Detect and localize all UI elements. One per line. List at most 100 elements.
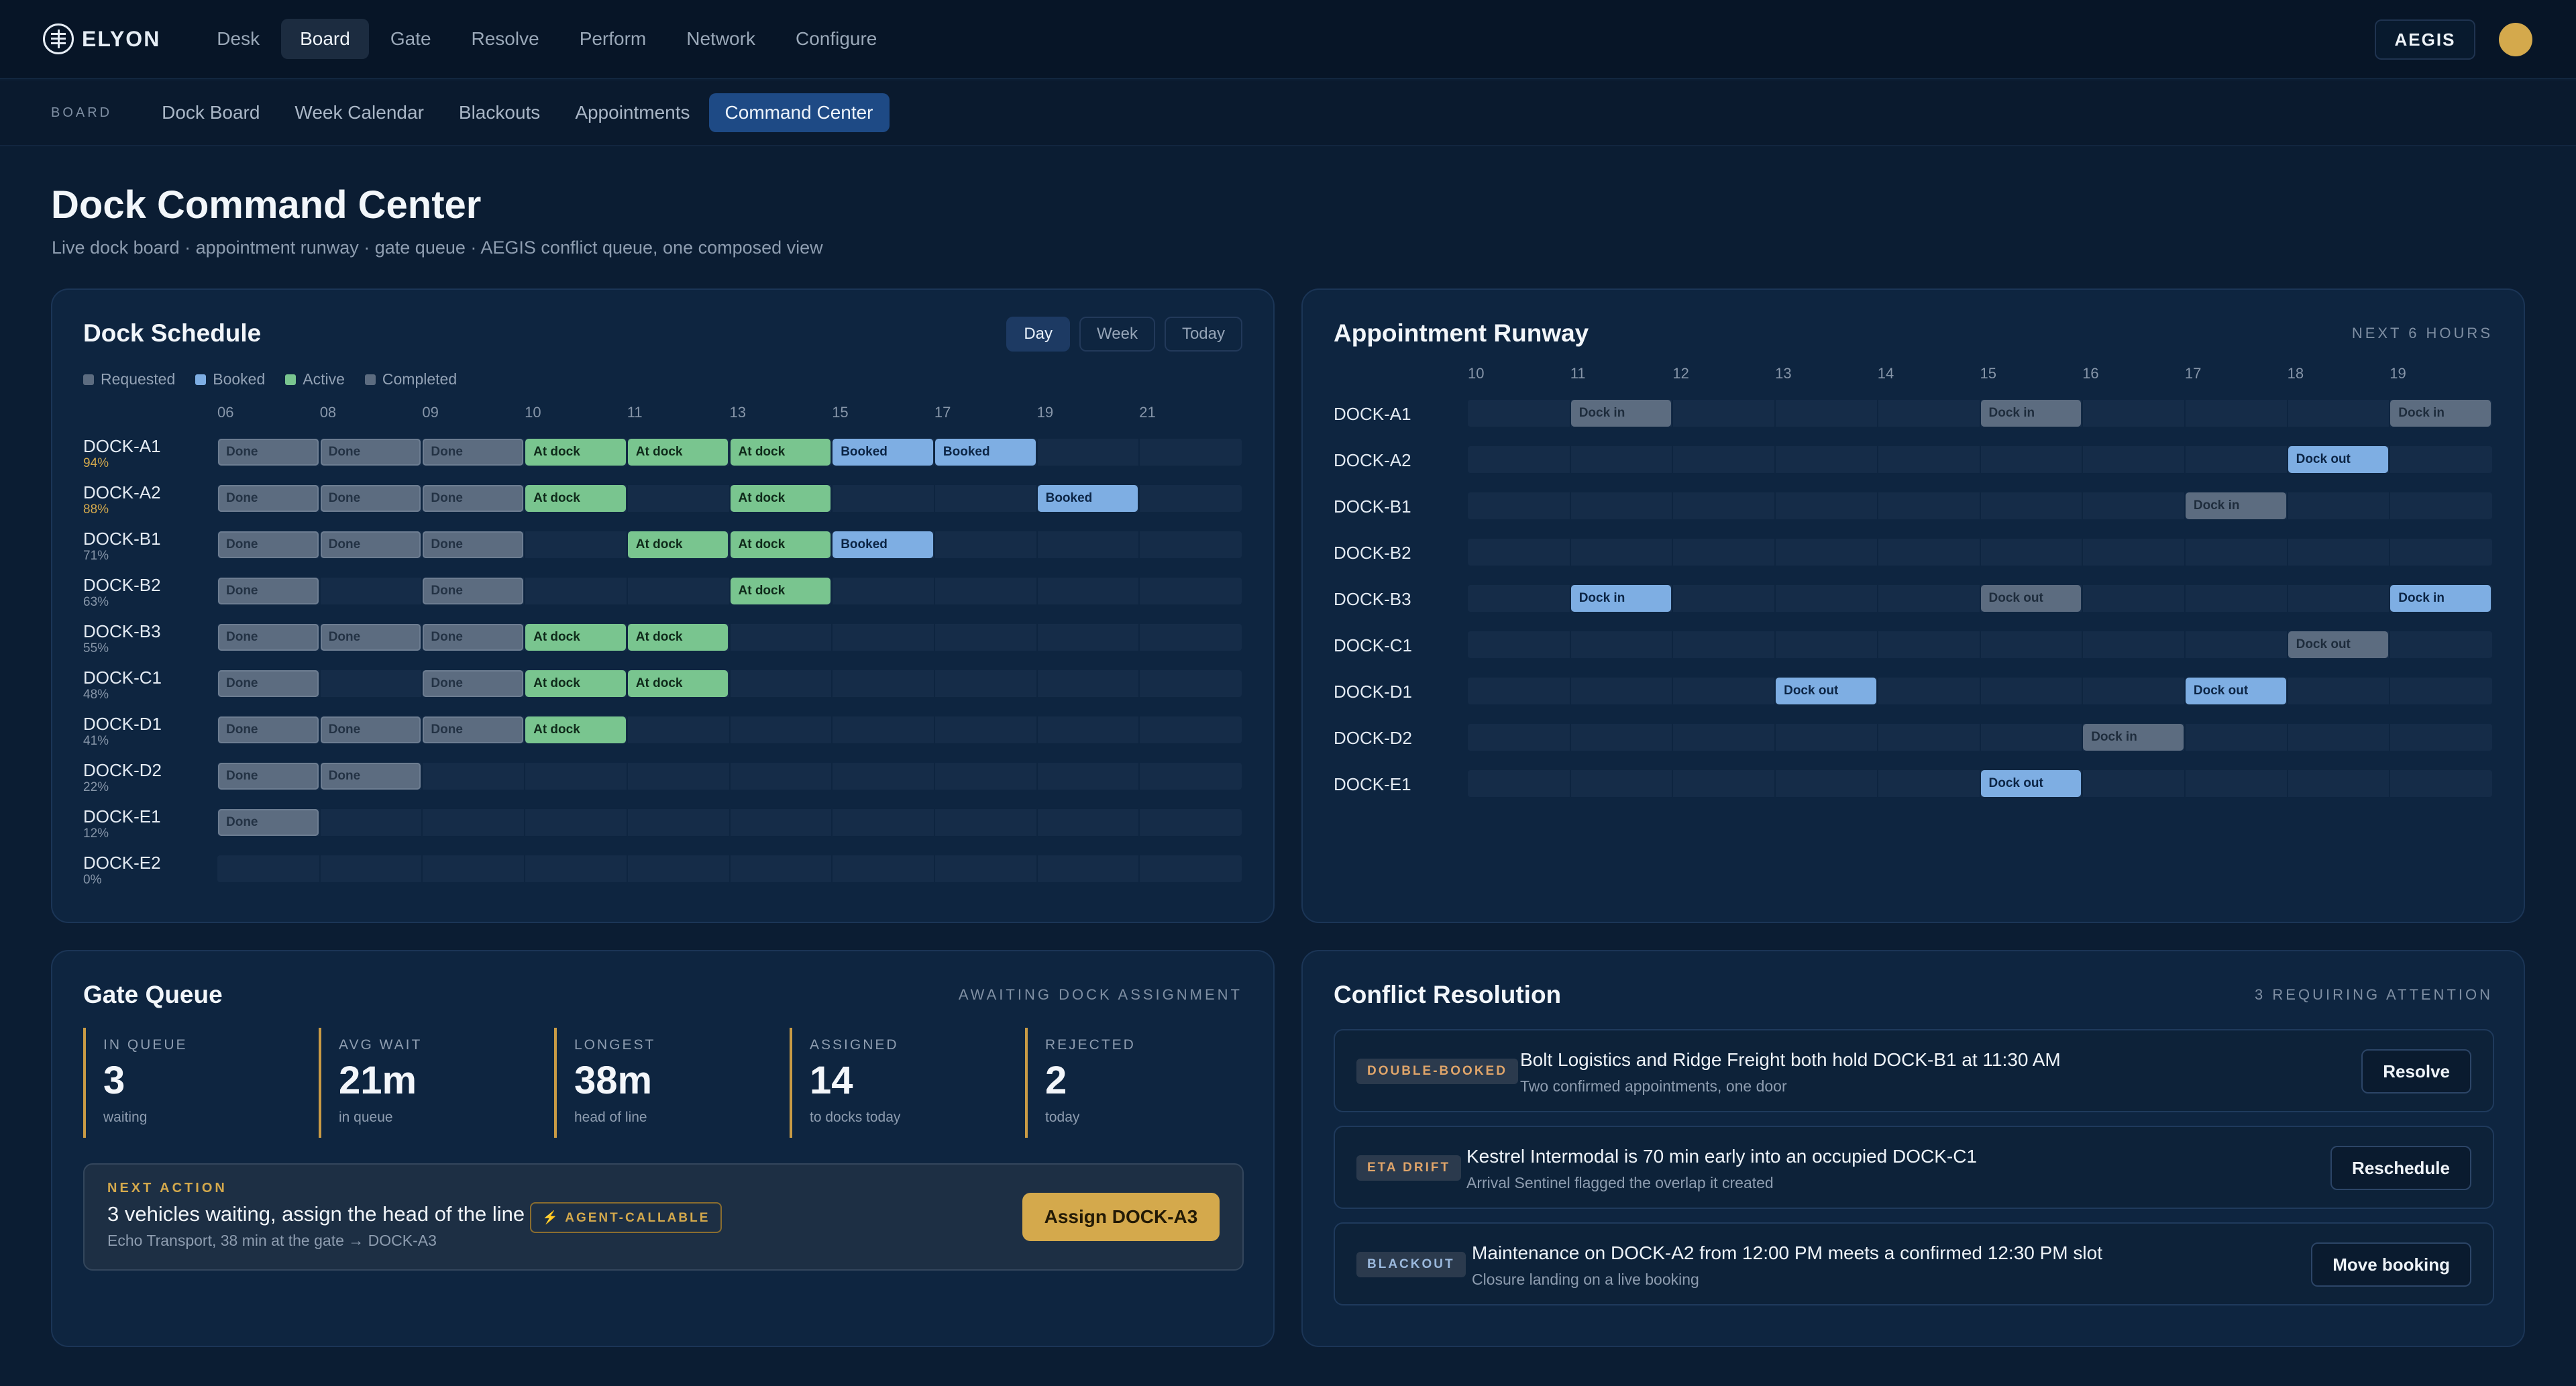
schedule-block-done[interactable]: Done [218,763,319,790]
schedule-block-atdock[interactable]: At dock [730,578,831,604]
runway-appointment[interactable]: Dock in [1570,585,1672,612]
dock-utilization: 41% [83,734,109,748]
schedule-block-atdock[interactable]: At dock [525,624,626,651]
schedule-block-done[interactable]: Done [423,670,524,697]
aegis-button[interactable]: AEGIS [2375,19,2475,60]
grid-tick [2184,631,2186,658]
runway-appointment[interactable]: Dock in [2083,724,2184,751]
schedule-block-done[interactable]: Done [320,439,421,466]
schedule-block-done[interactable]: Done [423,716,524,743]
hour-label: 11 [627,404,643,421]
legend-label: Booked [213,370,266,388]
brand-logo[interactable]: ELYON [43,23,160,54]
schedule-block-atdock[interactable]: At dock [730,485,831,512]
conflict-type-badge: ETA DRIFT [1356,1155,1462,1181]
schedule-block-booked[interactable]: Booked [833,439,933,466]
schedule-block-done[interactable]: Done [218,716,319,743]
move-booking-button[interactable]: Move booking [2311,1242,2471,1287]
assign-dock-button[interactable]: Assign DOCK-A3 [1022,1193,1220,1241]
schedule-block-done[interactable]: Done [423,624,524,651]
schedule-block-done[interactable]: Done [320,531,421,558]
resolve-button[interactable]: Resolve [2361,1049,2471,1094]
view-today-button[interactable]: Today [1164,317,1242,352]
schedule-block-booked[interactable]: Booked [833,531,933,558]
runway-appointment[interactable]: Dock out [2288,446,2389,473]
dock-schedule-panel: Dock Schedule Day Week Today Requested B… [51,288,1275,923]
runway-appointment[interactable]: Dock in [2390,400,2491,427]
grid-tick [2082,770,2084,797]
schedule-block-done[interactable]: Done [218,809,319,836]
grid-tick [1979,724,1981,751]
grid-tick [1774,492,1776,519]
topnav-resolve[interactable]: Resolve [453,19,558,59]
schedule-block-done[interactable]: Done [423,578,524,604]
schedule-block-atdock[interactable]: At dock [525,485,626,512]
hour-label: 06 [217,404,234,421]
runway-appointment[interactable]: Dock in [2185,492,2286,519]
schedule-block-atdock[interactable]: At dock [730,439,831,466]
schedule-block-done[interactable]: Done [218,531,319,558]
subnav-blackouts[interactable]: Blackouts [443,93,556,132]
schedule-block-atdock[interactable]: At dock [627,624,729,651]
runway-appointment[interactable]: Dock out [2288,631,2389,658]
schedule-block-done[interactable]: Done [423,485,524,512]
schedule-block-atdock[interactable]: At dock [525,716,626,743]
view-week-button[interactable]: Week [1079,317,1155,352]
schedule-block-done[interactable]: Done [218,485,319,512]
subnav-appointments[interactable]: Appointments [559,93,706,132]
topnav-configure[interactable]: Configure [777,19,896,59]
subnav-command-center[interactable]: Command Center [708,93,890,132]
reschedule-button[interactable]: Reschedule [2330,1146,2471,1190]
schedule-block-done[interactable]: Done [218,578,319,604]
subnav-dock-board[interactable]: Dock Board [146,93,276,132]
runway-dock-name: DOCK-B2 [1334,543,1411,563]
schedule-block-done[interactable]: Done [320,716,421,743]
grid-tick [1672,539,1674,566]
grid-tick [2082,492,2084,519]
schedule-block-booked[interactable]: Booked [934,439,1036,466]
dock-name: DOCK-A2 [83,482,161,502]
runway-appointment[interactable]: Dock out [1776,678,1876,704]
runway-appointment[interactable]: Dock in [1980,400,2082,427]
stat-label: IN QUEUE [103,1037,188,1053]
topnav-perform[interactable]: Perform [561,19,665,59]
schedule-block-done[interactable]: Done [320,763,421,790]
grid-tick [319,809,321,836]
schedule-block-done[interactable]: Done [218,439,319,466]
topnav-gate[interactable]: Gate [372,19,450,59]
schedule-block-atdock[interactable]: At dock [730,531,831,558]
schedule-block-atdock[interactable]: At dock [525,670,626,697]
runway-appointment[interactable]: Dock out [1980,770,2082,797]
grid-tick [1569,446,1571,473]
schedule-legend: Requested Booked Active Completed [83,370,457,388]
grid-tick [2184,400,2186,427]
topnav-board[interactable]: Board [281,19,369,59]
grid-tick [626,578,628,604]
schedule-block-atdock[interactable]: At dock [627,439,729,466]
schedule-block-done[interactable]: Done [320,485,421,512]
schedule-block-done[interactable]: Done [218,624,319,651]
user-avatar[interactable] [2499,23,2532,56]
runway-appointment[interactable]: Dock in [2390,585,2491,612]
schedule-block-booked[interactable]: Booked [1037,485,1138,512]
schedule-block-done[interactable]: Done [423,531,524,558]
runway-appointment[interactable]: Dock in [1570,400,1672,427]
grid-tick [1774,539,1776,566]
schedule-block-atdock[interactable]: At dock [525,439,626,466]
runway-appointment[interactable]: Dock out [2185,678,2286,704]
schedule-block-done[interactable]: Done [320,624,421,651]
runway-appointment[interactable]: Dock out [1980,585,2082,612]
schedule-block-atdock[interactable]: At dock [627,531,729,558]
grid-tick [1036,670,1038,697]
subnav-week-calendar[interactable]: Week Calendar [278,93,439,132]
grid-tick [626,763,628,790]
schedule-block-done[interactable]: Done [423,439,524,466]
topnav-network[interactable]: Network [667,19,774,59]
topnav-desk[interactable]: Desk [198,19,278,59]
conflict-detail: Closure landing on a live booking [1472,1271,1699,1288]
schedule-block-atdock[interactable]: At dock [627,670,729,697]
runway-hour-label: 15 [1980,365,1996,382]
grid-tick [831,763,833,790]
schedule-block-done[interactable]: Done [218,670,319,697]
view-day-button[interactable]: Day [1006,317,1071,352]
